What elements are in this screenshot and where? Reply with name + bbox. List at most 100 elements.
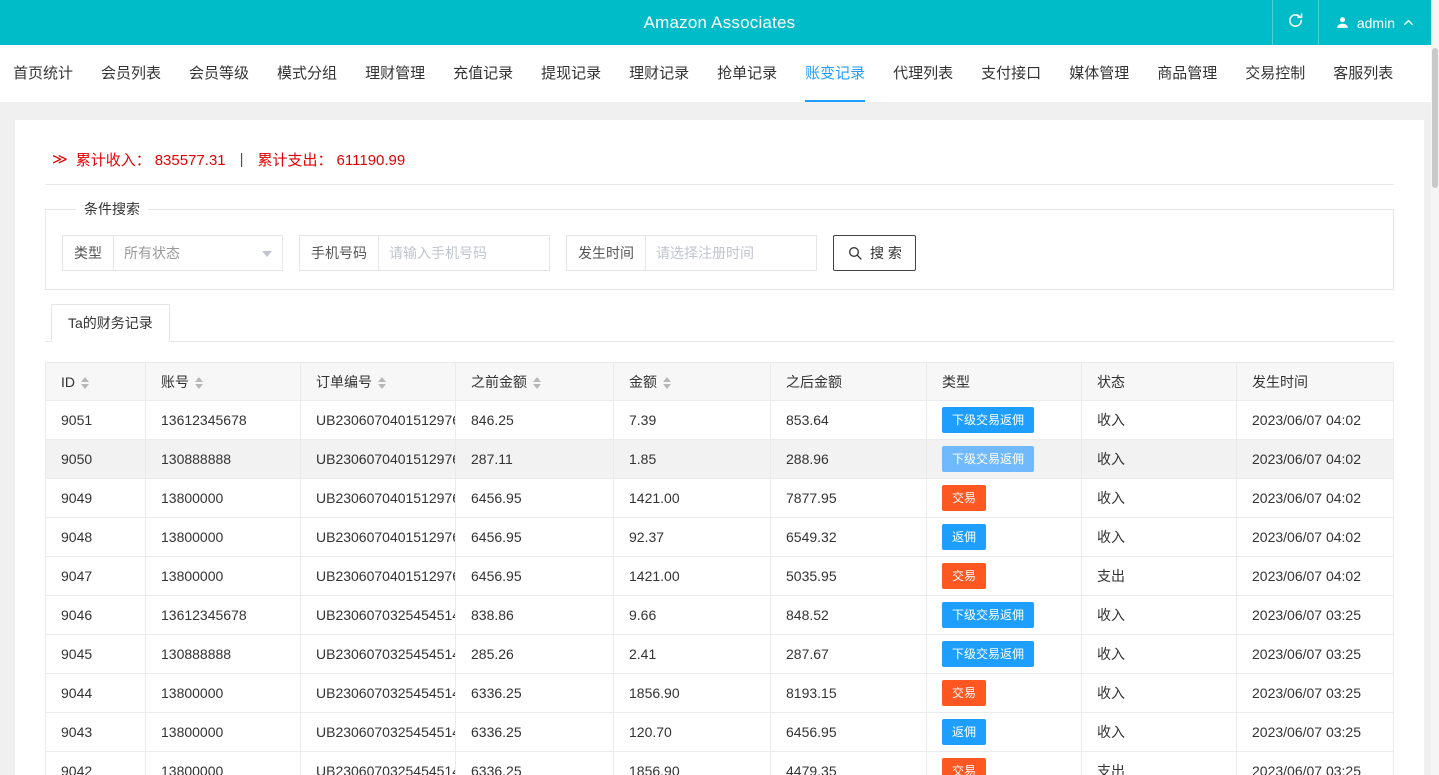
type-badge[interactable]: 下级交易返佣 [942, 641, 1034, 667]
nav-item-商品管理[interactable]: 商品管理 [1157, 45, 1217, 102]
cell-after-amount: 287.67 [771, 635, 927, 674]
cell-type: 下级交易返佣 [927, 635, 1082, 674]
cell-account: 13800000 [146, 557, 301, 596]
nav-item-会员等级[interactable]: 会员等级 [189, 45, 249, 102]
type-badge[interactable]: 返佣 [942, 524, 986, 550]
cell-time: 2023/06/07 03:25 [1237, 713, 1394, 752]
nav-item-首页统计[interactable]: 首页统计 [13, 45, 73, 102]
column-header[interactable]: 账号 [146, 363, 301, 401]
phone-label: 手机号码 [299, 235, 378, 271]
column-header: 状态 [1082, 363, 1237, 401]
column-header[interactable]: 订单编号 [301, 363, 456, 401]
double-chevron-icon: ≫ [52, 150, 68, 168]
cell-amount: 120.70 [614, 713, 771, 752]
type-badge[interactable]: 交易 [942, 758, 986, 775]
nav-item-充值记录[interactable]: 充值记录 [453, 45, 513, 102]
nav-item-会员列表[interactable]: 会员列表 [101, 45, 161, 102]
nav-item-媒体管理[interactable]: 媒体管理 [1069, 45, 1129, 102]
type-label: 类型 [62, 235, 113, 271]
nav-item-账变记录[interactable]: 账变记录 [805, 45, 865, 102]
cell-type: 返佣 [927, 713, 1082, 752]
type-badge[interactable]: 交易 [942, 680, 986, 706]
scrollbar[interactable] [1431, 0, 1439, 775]
cell-before-amount: 838.86 [456, 596, 614, 635]
cell-type: 交易 [927, 557, 1082, 596]
cell-amount: 1421.00 [614, 557, 771, 596]
cell-id: 9050 [46, 440, 146, 479]
column-header[interactable]: 金额 [614, 363, 771, 401]
refresh-button[interactable] [1272, 0, 1318, 45]
cell-status: 收入 [1082, 479, 1237, 518]
cell-status: 收入 [1082, 596, 1237, 635]
type-badge[interactable]: 交易 [942, 485, 986, 511]
type-badge[interactable]: 下级交易返佣 [942, 602, 1034, 628]
nav-item-客服列表[interactable]: 客服列表 [1333, 45, 1393, 102]
topbar: Amazon Associates admin [0, 0, 1439, 45]
nav-item-代理列表[interactable]: 代理列表 [893, 45, 953, 102]
cell-amount: 1856.90 [614, 674, 771, 713]
tabs-bar: Ta的财务记录 [45, 304, 1394, 342]
nav-item-抢单记录[interactable]: 抢单记录 [717, 45, 777, 102]
sort-icon[interactable] [533, 377, 541, 389]
nav-item-支付接口[interactable]: 支付接口 [981, 45, 1041, 102]
username: admin [1357, 15, 1395, 31]
cell-before-amount: 6456.95 [456, 557, 614, 596]
sort-icon[interactable] [663, 377, 671, 389]
cell-order-no: UB2306070325454514 [301, 752, 456, 775]
tab-financial-records[interactable]: Ta的财务记录 [51, 304, 170, 342]
records-table: ID账号订单编号之前金额金额之后金额类型状态发生时间 9051 13612345… [45, 362, 1394, 775]
user-menu[interactable]: admin [1318, 0, 1431, 45]
search-button[interactable]: 搜 索 [833, 235, 916, 271]
nav-item-理财管理[interactable]: 理财管理 [365, 45, 425, 102]
cell-before-amount: 6456.95 [456, 479, 614, 518]
column-header[interactable]: ID [46, 363, 146, 401]
user-icon [1335, 15, 1350, 30]
sort-icon[interactable] [195, 377, 203, 389]
search-button-label: 搜 索 [870, 243, 902, 263]
cell-order-no: UB2306070401512976 [301, 479, 456, 518]
table-row: 9047 13800000 UB2306070401512976 6456.95… [46, 557, 1394, 596]
cell-after-amount: 5035.95 [771, 557, 927, 596]
column-header[interactable]: 之前金额 [456, 363, 614, 401]
cell-order-no: UB2306070401512976 [301, 401, 456, 440]
cell-type: 交易 [927, 752, 1082, 775]
nav-item-理财记录[interactable]: 理财记录 [629, 45, 689, 102]
main-nav: 首页统计会员列表会员等级模式分组理财管理充值记录提现记录理财记录抢单记录账变记录… [0, 45, 1439, 102]
sort-icon[interactable] [81, 377, 89, 389]
cell-amount: 92.37 [614, 518, 771, 557]
cell-time: 2023/06/07 04:02 [1237, 479, 1394, 518]
nav-item-模式分组[interactable]: 模式分组 [277, 45, 337, 102]
cell-before-amount: 285.26 [456, 635, 614, 674]
time-label: 发生时间 [566, 235, 645, 271]
table-row: 9051 13612345678 UB2306070401512976 846.… [46, 401, 1394, 440]
type-select-value: 所有状态 [124, 243, 180, 263]
cell-id: 9045 [46, 635, 146, 674]
type-select[interactable]: 所有状态 [113, 235, 283, 271]
sort-icon[interactable] [378, 377, 386, 389]
nav-item-提现记录[interactable]: 提现记录 [541, 45, 601, 102]
cell-account: 13800000 [146, 713, 301, 752]
refresh-icon [1287, 12, 1304, 34]
type-badge[interactable]: 下级交易返佣 [942, 446, 1034, 472]
content-card: ≫ 累计收入：835577.31 | 累计支出：611190.99 条件搜索 类… [15, 120, 1424, 775]
cell-status: 支出 [1082, 557, 1237, 596]
cell-after-amount: 6549.32 [771, 518, 927, 557]
cell-after-amount: 4479.35 [771, 752, 927, 775]
type-badge[interactable]: 返佣 [942, 719, 986, 745]
cell-amount: 2.41 [614, 635, 771, 674]
cell-status: 收入 [1082, 440, 1237, 479]
phone-input[interactable] [378, 235, 550, 271]
time-input[interactable] [645, 235, 817, 271]
cell-after-amount: 8193.15 [771, 674, 927, 713]
type-badge[interactable]: 下级交易返佣 [942, 407, 1034, 433]
cell-id: 9042 [46, 752, 146, 775]
cell-status: 收入 [1082, 674, 1237, 713]
type-badge[interactable]: 交易 [942, 563, 986, 589]
nav-item-交易控制[interactable]: 交易控制 [1245, 45, 1305, 102]
cell-id: 9049 [46, 479, 146, 518]
cell-type: 交易 [927, 674, 1082, 713]
cell-order-no: UB2306070401512976 [301, 518, 456, 557]
table-head-row: ID账号订单编号之前金额金额之后金额类型状态发生时间 [46, 363, 1394, 401]
search-panel-title: 条件搜索 [76, 199, 148, 219]
scrollbar-thumb[interactable] [1432, 48, 1438, 188]
